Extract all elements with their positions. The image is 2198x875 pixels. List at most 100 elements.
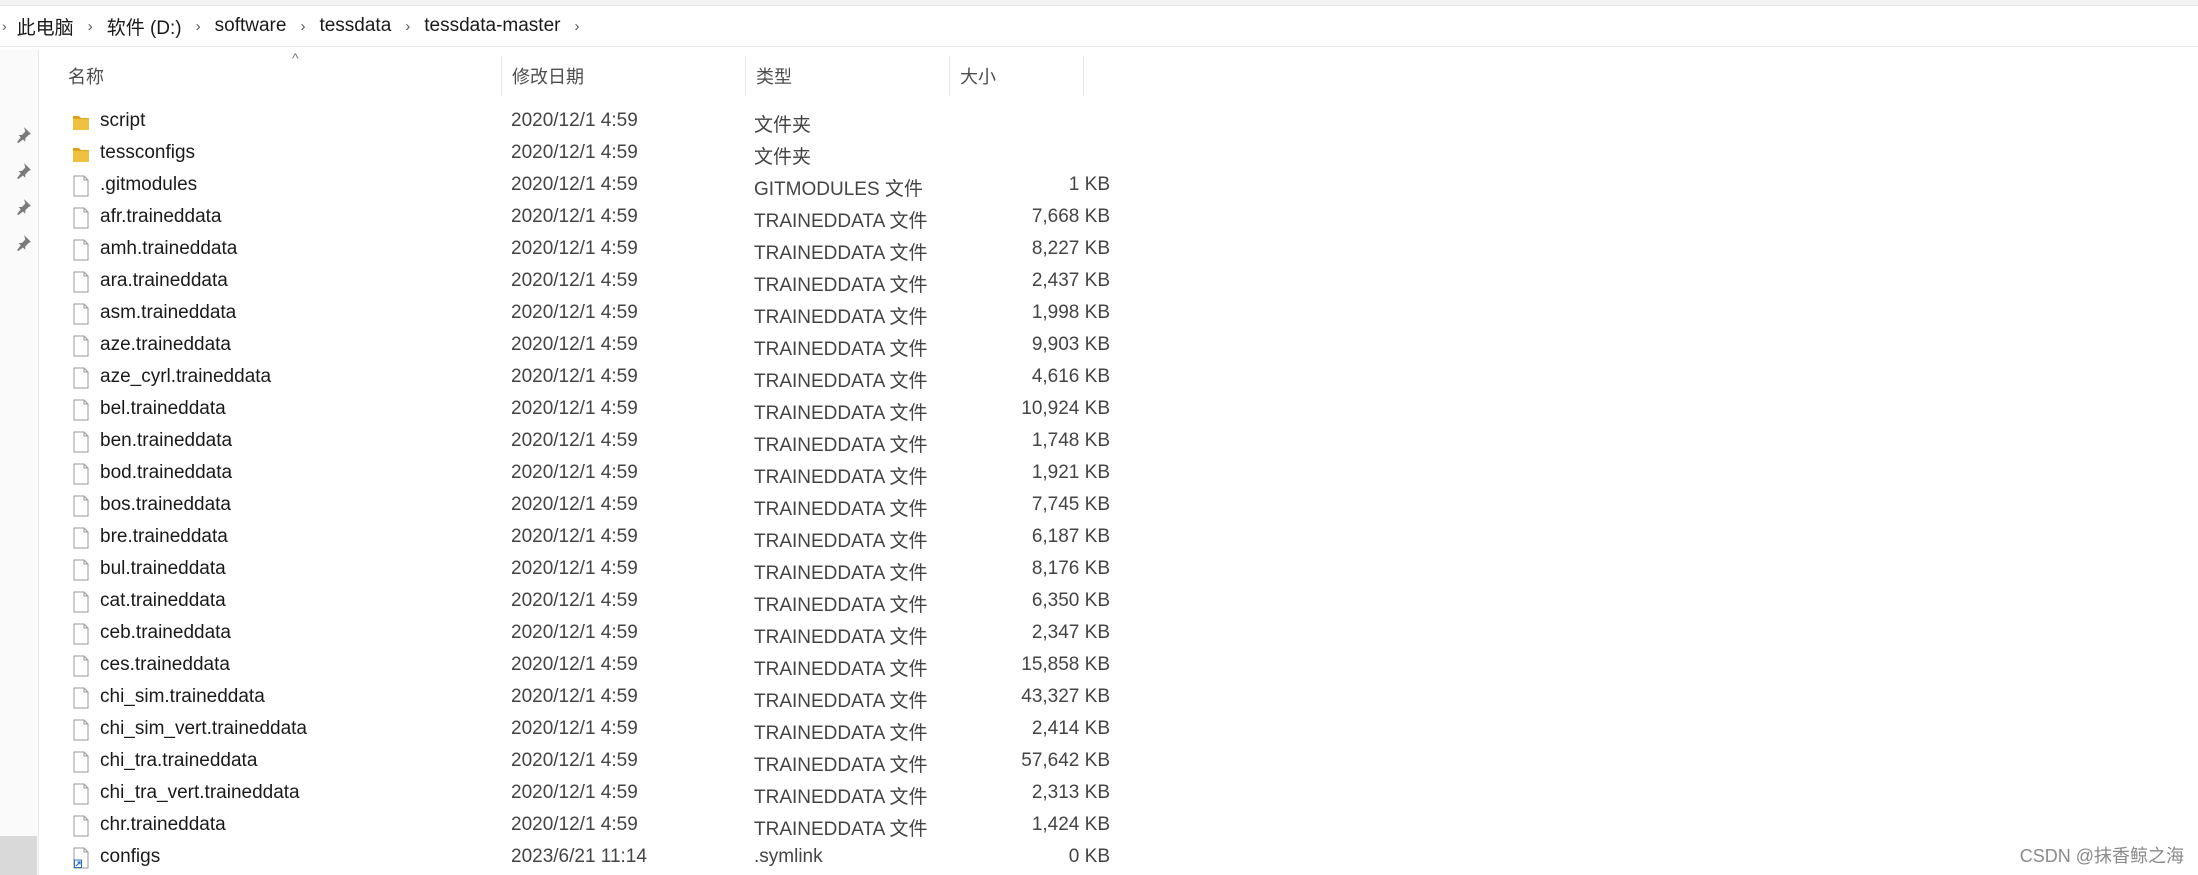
file-icon xyxy=(73,367,89,389)
breadcrumb-software[interactable]: software xyxy=(215,15,287,37)
address-bar-breadcrumb[interactable]: › 此电脑 › 软件 (D:) › software › tessdata › … xyxy=(0,6,2198,47)
file-list-row[interactable]: tessconfigs 2020/12/1 4:59 文件夹 xyxy=(38,138,1118,170)
file-type: TRAINEDDATA 文件 xyxy=(754,563,928,584)
column-header-date[interactable]: 修改日期 xyxy=(502,56,746,96)
file-modified-date: 2020/12/1 4:59 xyxy=(511,494,638,515)
file-list-row[interactable]: bul.traineddata 2020/12/1 4:59 TRAINEDDATA… xyxy=(38,554,1118,586)
file-size: 8,227 KB xyxy=(1031,238,1110,259)
file-name: configs xyxy=(100,846,161,867)
file-icon xyxy=(73,175,89,197)
file-size: 2,347 KB xyxy=(1031,622,1110,643)
file-icon xyxy=(73,431,89,453)
file-type: TRAINEDDATA 文件 xyxy=(754,819,928,840)
file-modified-date: 2020/12/1 4:59 xyxy=(511,558,638,579)
column-headers: 名称 ^ 修改日期 类型 大小 xyxy=(38,50,1088,96)
file-list-row[interactable]: bos.traineddata 2020/12/1 4:59 TRAINEDDATA… xyxy=(38,490,1118,522)
breadcrumb-separator-chevron-icon[interactable]: › xyxy=(575,18,580,35)
file-list-row[interactable]: ceb.traineddata 2020/12/1 4:59 TRAINEDDATA… xyxy=(38,618,1118,650)
file-list-row[interactable]: chi_tra_vert.traineddata 2020/12/1 4:59 TR… xyxy=(38,778,1118,810)
file-name: bul.traineddata xyxy=(100,558,226,579)
file-list-row[interactable]: asm.traineddata 2020/12/1 4:59 TRAINEDDATA… xyxy=(38,298,1118,330)
file-list-row[interactable]: configs 2023/6/21 11:14 .symlink 0 KB xyxy=(38,842,1118,874)
file-type: TRAINEDDATA 文件 xyxy=(754,339,928,360)
sort-ascending-chevron-icon: ^ xyxy=(292,50,299,66)
breadcrumb-this-pc[interactable]: 此电脑 xyxy=(17,13,74,40)
file-size: 57,642 KB xyxy=(1021,750,1110,771)
breadcrumb-separator-chevron-icon[interactable]: › xyxy=(405,18,410,35)
file-size: 2,414 KB xyxy=(1031,718,1110,739)
file-type: TRAINEDDATA 文件 xyxy=(754,755,928,776)
file-type: .symlink xyxy=(754,846,823,867)
file-list-row[interactable]: aze_cyrl.traineddata 2020/12/1 4:59 TRAINE… xyxy=(38,362,1118,394)
file-name: chi_tra.traineddata xyxy=(100,750,258,771)
folder-icon xyxy=(73,148,89,162)
file-modified-date: 2020/12/1 4:59 xyxy=(511,622,638,643)
breadcrumb-drive-d[interactable]: 软件 (D:) xyxy=(107,13,182,40)
file-modified-date: 2020/12/1 4:59 xyxy=(511,206,638,227)
column-header-size[interactable]: 大小 xyxy=(950,56,1084,96)
breadcrumb-separator-chevron-icon[interactable]: › xyxy=(300,18,305,35)
file-list-row[interactable]: aze.traineddata 2020/12/1 4:59 TRAINEDDATA… xyxy=(38,330,1118,362)
file-list-row[interactable]: script 2020/12/1 4:59 文件夹 xyxy=(38,106,1118,138)
file-list-row[interactable]: afr.traineddata 2020/12/1 4:59 TRAINEDDATA… xyxy=(38,202,1118,234)
file-modified-date: 2020/12/1 4:59 xyxy=(511,302,638,323)
pin-icon[interactable] xyxy=(14,126,32,144)
file-modified-date: 2020/12/1 4:59 xyxy=(511,718,638,739)
file-type: TRAINEDDATA 文件 xyxy=(754,211,928,232)
file-list-row[interactable]: bel.traineddata 2020/12/1 4:59 TRAINEDDATA… xyxy=(38,394,1118,426)
file-name: ara.traineddata xyxy=(100,270,228,291)
file-list-row[interactable]: chi_tra.traineddata 2020/12/1 4:59 TRAINED… xyxy=(38,746,1118,778)
pin-icon[interactable] xyxy=(14,198,32,216)
file-size: 6,350 KB xyxy=(1031,590,1110,611)
file-size: 1,748 KB xyxy=(1031,430,1110,451)
file-list-row[interactable]: cat.traineddata 2020/12/1 4:59 TRAINEDDATA… xyxy=(38,586,1118,618)
file-list-row[interactable]: amh.traineddata 2020/12/1 4:59 TRAINEDDATA… xyxy=(38,234,1118,266)
file-modified-date: 2020/12/1 4:59 xyxy=(511,430,638,451)
file-list-row[interactable]: ara.traineddata 2020/12/1 4:59 TRAINEDDATA… xyxy=(38,266,1118,298)
file-list-row[interactable]: bre.traineddata 2020/12/1 4:59 TRAINEDDATA… xyxy=(38,522,1118,554)
breadcrumb-separator-chevron-icon[interactable]: › xyxy=(196,18,201,35)
file-size: 0 KB xyxy=(1068,846,1110,867)
breadcrumb-separator-chevron-icon[interactable]: › xyxy=(88,18,93,35)
file-modified-date: 2020/12/1 4:59 xyxy=(511,686,638,707)
file-name: asm.traineddata xyxy=(100,302,237,323)
breadcrumb-tessdata-master[interactable]: tessdata-master xyxy=(424,15,560,37)
file-type: TRAINEDDATA 文件 xyxy=(754,723,928,744)
file-modified-date: 2020/12/1 4:59 xyxy=(511,814,638,835)
file-name: chi_sim_vert.traineddata xyxy=(100,718,307,739)
file-type: TRAINEDDATA 文件 xyxy=(754,787,928,808)
file-type: TRAINEDDATA 文件 xyxy=(754,499,928,520)
column-header-name[interactable]: 名称 ^ xyxy=(58,50,502,96)
file-type: TRAINEDDATA 文件 xyxy=(754,275,928,296)
file-modified-date: 2023/6/21 11:14 xyxy=(511,846,647,867)
pin-icon[interactable] xyxy=(14,234,32,252)
navigation-pane xyxy=(0,50,39,875)
file-list-row[interactable]: chr.traineddata 2020/12/1 4:59 TRAINEDDATA… xyxy=(38,810,1118,842)
file-name: bre.traineddata xyxy=(100,526,228,547)
file-type: TRAINEDDATA 文件 xyxy=(754,435,928,456)
file-size: 10,924 KB xyxy=(1021,398,1110,419)
file-icon xyxy=(73,623,89,645)
file-list-row[interactable]: chi_sim.traineddata 2020/12/1 4:59 TRAINED… xyxy=(38,682,1118,714)
file-type: GITMODULES 文件 xyxy=(754,179,923,200)
file-list-row[interactable]: chi_sim_vert.traineddata 2020/12/1 4:59 TR… xyxy=(38,714,1118,746)
file-size: 1 KB xyxy=(1068,174,1110,195)
file-type: TRAINEDDATA 文件 xyxy=(754,307,928,328)
navigation-pane-selected-item[interactable] xyxy=(0,836,37,875)
file-size: 1,921 KB xyxy=(1031,462,1110,483)
file-type: TRAINEDDATA 文件 xyxy=(754,595,928,616)
file-icon xyxy=(73,655,89,677)
column-header-type[interactable]: 类型 xyxy=(746,56,950,96)
breadcrumb-expand-chevron-icon[interactable]: › xyxy=(2,18,7,34)
file-modified-date: 2020/12/1 4:59 xyxy=(511,654,638,675)
file-modified-date: 2020/12/1 4:59 xyxy=(511,142,638,163)
file-type: TRAINEDDATA 文件 xyxy=(754,691,928,712)
file-list-row[interactable]: bod.traineddata 2020/12/1 4:59 TRAINEDDATA… xyxy=(38,458,1118,490)
file-list-row[interactable]: ben.traineddata 2020/12/1 4:59 TRAINEDDATA… xyxy=(38,426,1118,458)
pin-icon[interactable] xyxy=(14,162,32,180)
breadcrumb-tessdata[interactable]: tessdata xyxy=(319,15,391,37)
file-modified-date: 2020/12/1 4:59 xyxy=(511,334,638,355)
file-size: 9,903 KB xyxy=(1031,334,1110,355)
file-list-row[interactable]: ces.traineddata 2020/12/1 4:59 TRAINEDDATA… xyxy=(38,650,1118,682)
file-list-row[interactable]: .gitmodules 2020/12/1 4:59 GITMODULES 文件 1 … xyxy=(38,170,1118,202)
